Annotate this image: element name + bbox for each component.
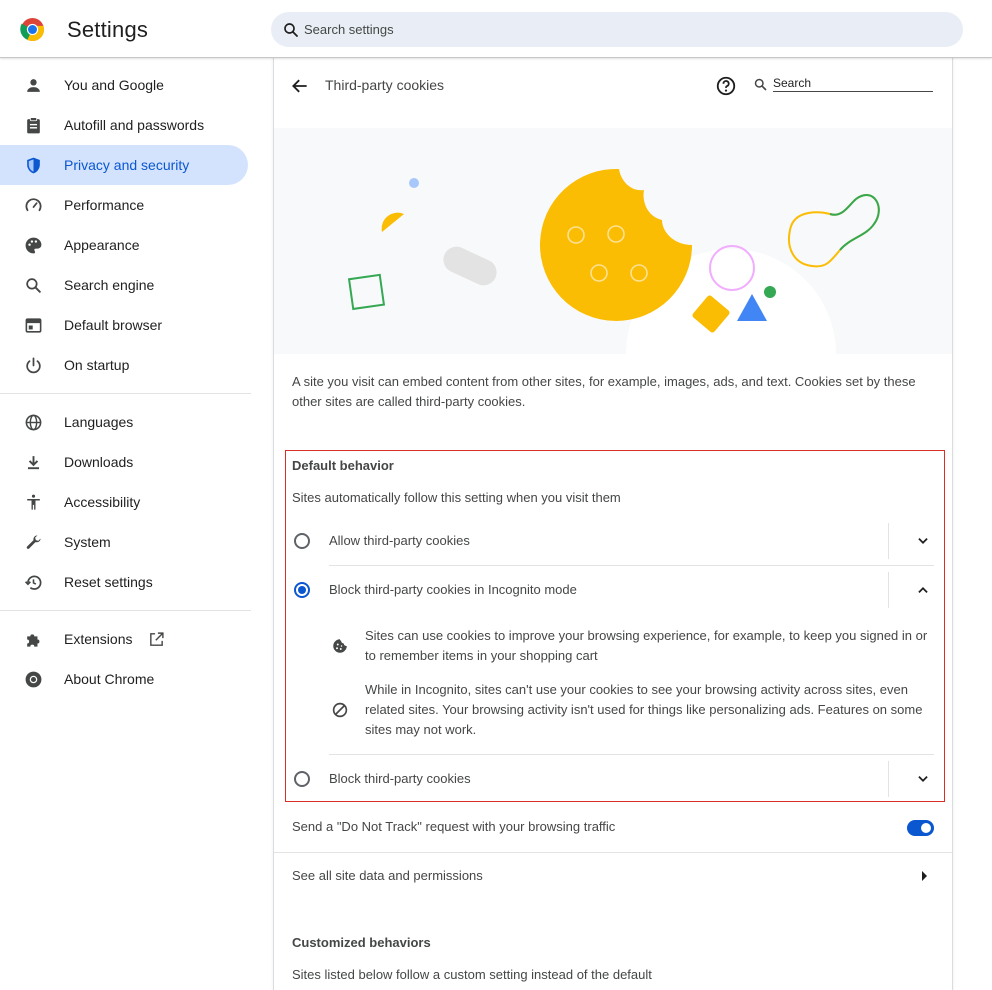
sidebar-item-you-and-google[interactable]: You and Google — [0, 65, 248, 105]
history-icon — [24, 575, 42, 590]
wrench-icon — [26, 535, 41, 549]
option-label: Block third-party cookies in Incognito m… — [329, 582, 577, 597]
sidebar-item-autofill[interactable]: Autofill and passwords — [0, 105, 248, 145]
sidebar-item-label: You and Google — [64, 77, 164, 93]
shield-icon — [27, 157, 40, 174]
sidebar-item-on-startup[interactable]: On startup — [0, 345, 248, 385]
sidebar-item-about-chrome[interactable]: About Chrome — [0, 659, 248, 699]
chevron-down-icon[interactable] — [916, 534, 930, 548]
sidebar-item-label: Languages — [64, 414, 134, 430]
customized-behaviors-subtitle: Sites listed below follow a custom setti… — [292, 967, 652, 982]
radio-block-third-party-cookies[interactable] — [294, 771, 310, 787]
person-icon — [27, 79, 40, 92]
accessibility-icon — [27, 494, 40, 510]
subpage-header: Third-party cookies — [274, 58, 952, 118]
sidebar-item-label: Default browser — [64, 317, 163, 333]
power-icon — [26, 357, 41, 374]
option-allow-third-party-cookies[interactable]: Allow third-party cookies — [274, 517, 952, 565]
settings-search-input[interactable] — [304, 12, 944, 47]
do-not-track-label: Send a "Do Not Track" request with your … — [292, 819, 616, 834]
browser-window-icon — [25, 318, 42, 333]
radio-allow-third-party-cookies[interactable] — [294, 533, 310, 549]
sidebar-item-search-engine[interactable]: Search engine — [0, 265, 248, 305]
sidebar: You and Google Autofill and passwords Pr… — [0, 58, 252, 990]
row-separator — [888, 523, 889, 559]
incognito-detail-tracking: While in Incognito, sites can't use your… — [365, 682, 923, 737]
top-bar: Settings — [0, 0, 992, 58]
back-arrow-icon[interactable] — [290, 76, 310, 96]
radio-block-in-incognito[interactable] — [294, 582, 310, 598]
sidebar-item-downloads[interactable]: Downloads — [0, 442, 248, 482]
globe-icon — [25, 414, 42, 431]
cookie-icon — [333, 639, 347, 653]
sidebar-item-label: About Chrome — [64, 671, 155, 687]
sidebar-item-label: Autofill and passwords — [64, 117, 205, 133]
option-label: Allow third-party cookies — [329, 533, 470, 548]
sidebar-item-label: Privacy and security — [64, 157, 190, 173]
option-block-in-incognito[interactable]: Block third-party cookies in Incognito m… — [274, 566, 952, 614]
row-separator — [888, 572, 889, 608]
customized-behaviors-title: Customized behaviors — [292, 935, 431, 950]
help-icon[interactable] — [715, 75, 737, 97]
chrome-logo-icon — [20, 18, 45, 42]
sidebar-item-languages[interactable]: Languages — [0, 402, 248, 442]
do-not-track-toggle[interactable] — [907, 820, 934, 836]
download-icon — [27, 456, 40, 470]
sidebar-item-label: System — [64, 534, 111, 550]
sidebar-item-label: Extensions — [64, 631, 133, 647]
subpage-search-input[interactable] — [773, 74, 933, 92]
sidebar-item-system[interactable]: System — [0, 522, 248, 562]
palette-icon — [25, 237, 42, 254]
third-party-cookies-page: Third-party cookies A site you visit can… — [273, 58, 953, 990]
subpage-title: Third-party cookies — [325, 77, 445, 93]
site-data-permissions-link[interactable]: See all site data and permissions — [274, 853, 952, 901]
option-block-third-party-cookies[interactable]: Block third-party cookies — [274, 755, 952, 803]
sidebar-item-privacy-and-security[interactable]: Privacy and security — [0, 145, 248, 185]
sidebar-item-label: Downloads — [64, 454, 134, 470]
arrow-right-icon[interactable] — [922, 871, 927, 881]
chevron-down-icon[interactable] — [916, 772, 930, 786]
search-icon — [284, 23, 298, 37]
sidebar-item-default-browser[interactable]: Default browser — [0, 305, 248, 345]
cookie-illustration — [274, 128, 952, 354]
do-not-track-row[interactable]: Send a "Do Not Track" request with your … — [274, 804, 952, 852]
chevron-up-icon[interactable] — [916, 583, 930, 597]
sidebar-item-accessibility[interactable]: Accessibility — [0, 482, 248, 522]
site-data-link-label: See all site data and permissions — [292, 868, 483, 883]
search-icon — [26, 278, 41, 293]
sidebar-item-extensions[interactable]: Extensions — [0, 619, 248, 659]
sidebar-item-reset-settings[interactable]: Reset settings — [0, 562, 248, 602]
sidebar-item-label: Performance — [64, 197, 145, 213]
sidebar-item-performance[interactable]: Performance — [0, 185, 248, 225]
incognito-detail-cookies: Sites can use cookies to improve your br… — [365, 628, 928, 663]
chrome-icon — [25, 671, 42, 688]
sidebar-item-label: Reset settings — [64, 574, 153, 590]
search-icon — [754, 78, 767, 91]
sidebar-item-label: Appearance — [64, 237, 140, 253]
default-behavior-title: Default behavior — [292, 458, 394, 473]
block-icon — [332, 702, 348, 718]
option-label: Block third-party cookies — [329, 771, 471, 786]
sidebar-item-appearance[interactable]: Appearance — [0, 225, 248, 265]
sidebar-divider — [0, 393, 251, 394]
open-in-new-icon — [150, 632, 164, 646]
speedometer-icon — [25, 198, 42, 212]
app-title: Settings — [67, 17, 149, 42]
default-behavior-subtitle: Sites automatically follow this setting … — [292, 490, 621, 505]
clipboard-icon — [27, 117, 40, 134]
puzzle-icon — [27, 634, 40, 647]
row-separator — [888, 761, 889, 797]
cookies-description: A site you visit can embed content from … — [292, 374, 916, 409]
sidebar-item-label: On startup — [64, 357, 130, 373]
sidebar-item-label: Accessibility — [64, 494, 141, 510]
sidebar-item-label: Search engine — [64, 277, 155, 293]
sidebar-divider — [0, 610, 251, 611]
settings-search-box[interactable] — [271, 12, 963, 47]
